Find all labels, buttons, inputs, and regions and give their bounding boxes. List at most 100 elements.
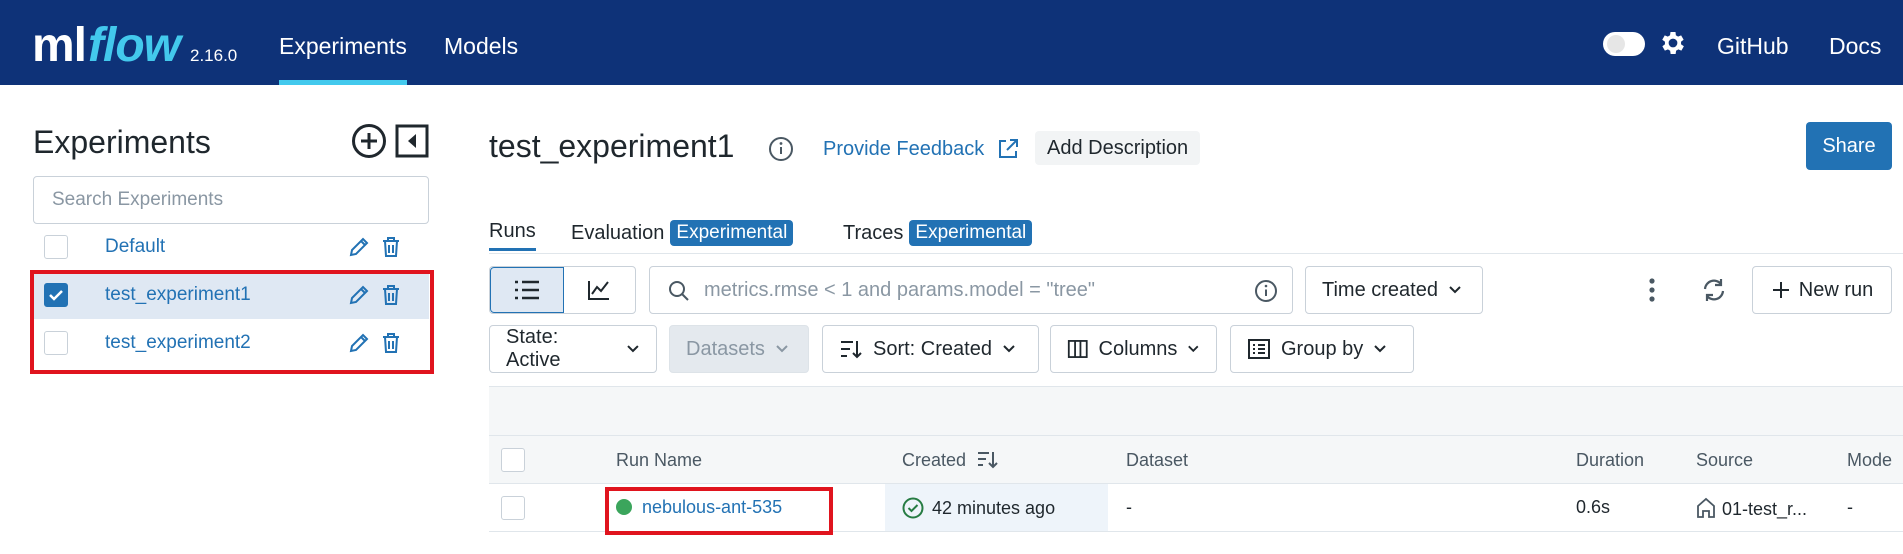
checkmark-icon <box>49 290 63 301</box>
chart-view-button[interactable] <box>564 267 636 313</box>
created-header-label: Created <box>902 450 967 470</box>
columns-icon <box>1067 340 1088 358</box>
external-link-icon <box>999 139 1019 158</box>
column-header-dataset[interactable]: Dataset <box>1126 450 1188 471</box>
notebook-icon <box>1697 497 1715 518</box>
duration-value: 0.6s <box>1576 497 1611 517</box>
search-icon <box>669 281 689 301</box>
version-label: 2.16.0 <box>190 46 238 65</box>
collapse-sidebar-icon[interactable] <box>394 123 430 159</box>
nav-models[interactable]: Models <box>444 0 518 85</box>
check-circle-icon <box>902 497 924 519</box>
experiment-checkbox[interactable] <box>44 235 68 259</box>
new-run-button[interactable]: New run <box>1752 266 1892 314</box>
add-experiment-icon[interactable] <box>351 123 387 159</box>
trash-icon[interactable] <box>381 331 401 355</box>
experiment-name[interactable]: test_experiment2 <box>105 332 251 354</box>
table-row: nebulous-ant-535 42 minutes ago - 0.6s 0… <box>489 484 1903 532</box>
list-icon <box>514 280 539 300</box>
tab-evaluation-label: Evaluation <box>571 222 665 244</box>
source-value[interactable]: 01-test_r... <box>1696 497 1807 520</box>
sort-dropdown[interactable]: Sort: Created <box>822 325 1039 373</box>
experiment-item-default[interactable]: Default <box>33 223 429 271</box>
nav-docs[interactable]: Docs <box>1829 0 1881 92</box>
share-button[interactable]: Share <box>1806 122 1892 170</box>
experiment-item-test-experiment1[interactable]: test_experiment1 <box>33 271 429 319</box>
created-text: 42 minutes ago <box>932 498 1056 518</box>
run-name-link[interactable]: nebulous-ant-535 <box>616 497 782 518</box>
models-value: - <box>1847 497 1853 517</box>
theme-toggle[interactable] <box>1603 32 1645 56</box>
provide-feedback-label: Provide Feedback <box>823 137 985 160</box>
table-view-button[interactable] <box>490 267 564 313</box>
search-runs-box <box>649 266 1293 314</box>
new-run-label: New run <box>1798 278 1874 301</box>
search-info-icon[interactable] <box>1254 279 1278 303</box>
provide-feedback-link[interactable]: Provide Feedback <box>823 137 1020 161</box>
tab-traces[interactable]: Traces Experimental <box>843 220 1033 246</box>
nav-github[interactable]: GitHub <box>1717 0 1789 92</box>
column-header-created[interactable]: Created <box>902 450 999 471</box>
datasets-filter-dropdown[interactable]: Datasets <box>669 325 809 373</box>
more-options-icon[interactable] <box>1646 276 1658 304</box>
experimental-badge: Experimental <box>670 220 794 246</box>
refresh-icon[interactable] <box>1700 276 1728 304</box>
logo-flow-text: flow <box>88 19 181 72</box>
created-value: 42 minutes ago <box>902 497 1055 519</box>
column-header-run-name[interactable]: Run Name <box>616 450 702 471</box>
experiment-item-test-experiment2[interactable]: test_experiment2 <box>33 319 429 367</box>
tabs-divider <box>489 253 1903 254</box>
nav-experiments[interactable]: Experiments <box>279 0 407 85</box>
experiment-checkbox[interactable] <box>44 331 68 355</box>
columns-dropdown[interactable]: Columns <box>1050 325 1217 373</box>
row-checkbox[interactable] <box>501 496 525 520</box>
search-experiments-input[interactable] <box>33 176 429 224</box>
edit-icon[interactable] <box>347 331 371 355</box>
chevron-down-icon <box>1449 286 1461 294</box>
status-finished-icon <box>616 499 632 515</box>
column-header-models[interactable]: Mode <box>1847 450 1892 471</box>
datasets-filter-label: Datasets <box>686 337 765 360</box>
edit-icon[interactable] <box>347 283 371 307</box>
columns-label: Columns <box>1098 337 1178 360</box>
tab-runs[interactable]: Runs <box>489 220 536 251</box>
sort-icon <box>841 341 862 359</box>
chevron-down-icon <box>627 345 639 353</box>
sort-desc-icon <box>978 452 998 469</box>
source-text: 01-test_r... <box>1722 499 1808 519</box>
add-description-button[interactable]: Add Description <box>1035 131 1201 165</box>
state-filter-label: State: Active <box>506 326 561 371</box>
time-created-dropdown[interactable]: Time created <box>1305 266 1483 314</box>
trash-icon[interactable] <box>381 283 401 307</box>
table-group-header <box>489 386 1903 436</box>
column-header-duration[interactable]: Duration <box>1576 450 1644 471</box>
tab-evaluation[interactable]: Evaluation Experimental <box>571 220 794 246</box>
experimental-badge: Experimental <box>909 220 1033 246</box>
group-by-dropdown[interactable]: Group by <box>1230 325 1414 373</box>
experiment-name[interactable]: Default <box>105 236 165 258</box>
mlflow-logo[interactable]: ml flow 2.16.0 <box>32 8 237 76</box>
search-runs-input[interactable] <box>704 267 1264 313</box>
edit-icon[interactable] <box>347 235 371 259</box>
sidebar-title: Experiments <box>33 124 211 160</box>
group-by-icon <box>1248 339 1270 359</box>
chevron-down-icon <box>1374 345 1386 353</box>
trash-icon[interactable] <box>381 235 401 259</box>
logo-ml-text: ml <box>32 19 87 72</box>
gear-icon[interactable] <box>1658 28 1688 58</box>
top-nav: ml flow 2.16.0 Experiments Models GitHub… <box>0 0 1903 85</box>
chart-icon <box>588 281 610 300</box>
experiment-name[interactable]: test_experiment1 <box>105 284 251 306</box>
state-filter-dropdown[interactable]: State: Active <box>489 325 657 373</box>
time-created-label: Time created <box>1322 278 1438 301</box>
select-all-checkbox[interactable] <box>501 448 525 472</box>
chevron-down-icon <box>1003 345 1015 353</box>
page-title: test_experiment1 <box>489 128 735 164</box>
info-icon[interactable] <box>768 136 794 162</box>
view-mode-toggle <box>489 266 636 314</box>
tab-traces-label: Traces <box>843 222 904 244</box>
column-header-source[interactable]: Source <box>1696 450 1753 471</box>
chevron-down-icon <box>1188 345 1199 353</box>
dataset-value: - <box>1126 497 1132 517</box>
experiment-checkbox-checked[interactable] <box>44 283 68 307</box>
